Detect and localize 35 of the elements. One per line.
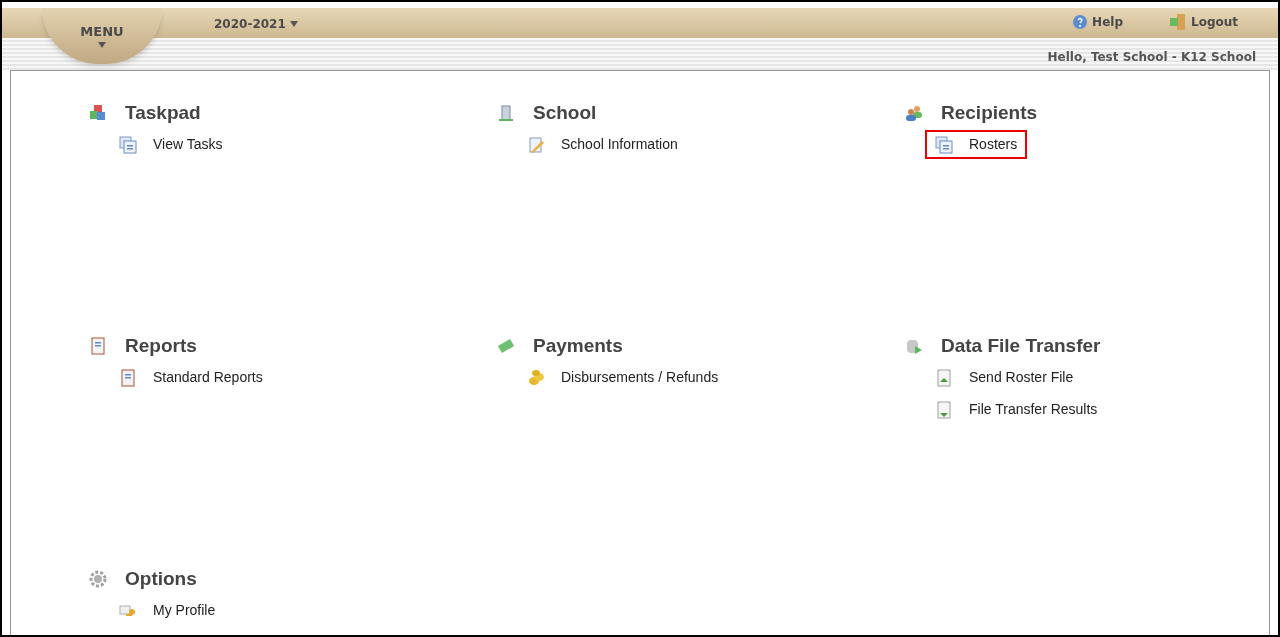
door-icon [1169, 13, 1187, 31]
nav-link[interactable]: View Tasks [119, 130, 223, 159]
section-title: Payments [533, 333, 623, 358]
help-icon [1072, 14, 1089, 30]
notebook-icon [89, 337, 107, 355]
edit-icon [527, 135, 545, 154]
section-title: Recipients [941, 100, 1038, 125]
nav-link[interactable]: My Profile [119, 596, 216, 625]
cubes-icon [89, 104, 107, 122]
section-title: Options [125, 566, 197, 591]
pages-icon [935, 135, 953, 154]
building-icon [497, 104, 515, 122]
notebook-icon [119, 368, 137, 387]
section-title: Reports [125, 333, 197, 358]
caret-icon [289, 21, 298, 27]
caret-icon [98, 41, 106, 48]
download-icon [935, 400, 953, 419]
logout-link[interactable]: Logout [1169, 13, 1238, 31]
nav-link[interactable]: Disbursements / Refunds [527, 363, 719, 392]
pages-icon [119, 135, 137, 154]
section-title: Data File Transfer [941, 333, 1101, 358]
nav-link[interactable]: Rosters [925, 130, 1028, 159]
upload-icon [935, 368, 953, 387]
gear-icon [89, 570, 107, 588]
help-link[interactable]: Help [1072, 13, 1123, 31]
nav-link[interactable]: Send Roster File [935, 363, 1074, 392]
people-icon [905, 104, 923, 122]
coins-icon [527, 368, 545, 387]
nav-link[interactable]: File Transfer Results [935, 395, 1098, 424]
section-title: Taskpad [125, 100, 201, 125]
year-dropdown[interactable]: 2020-2021 [214, 15, 298, 33]
nav-link[interactable]: School Information [527, 130, 678, 159]
nav-link[interactable]: Standard Reports [119, 363, 263, 392]
section-title: School [533, 100, 597, 125]
greeting-text: Hello, Test School - K12 School [1047, 49, 1256, 66]
